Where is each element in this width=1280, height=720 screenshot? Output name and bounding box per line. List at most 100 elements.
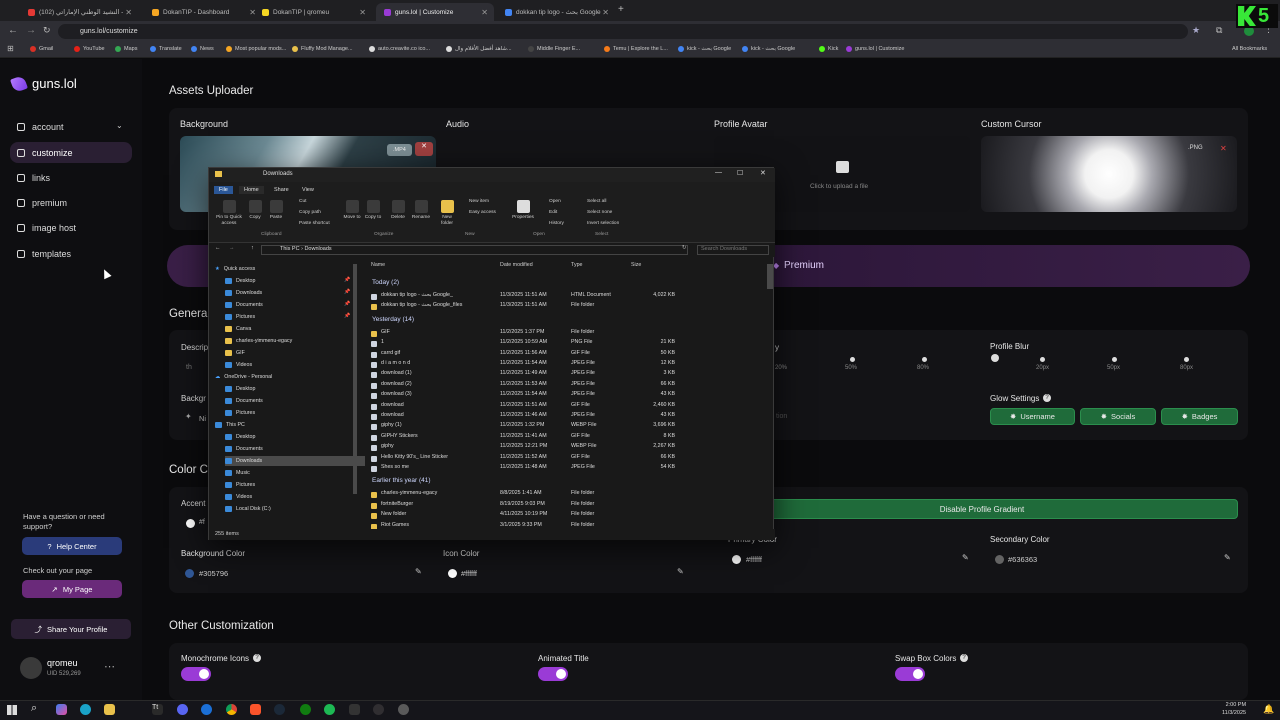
edge-icon[interactable] <box>80 704 91 715</box>
file-row[interactable]: giphy (1) 11/2/2025 1:32 PM WEBP File 3,696… <box>371 422 675 432</box>
pencil-icon[interactable]: ✎ <box>677 567 684 576</box>
ribbon-tab-home[interactable]: Home <box>239 186 264 194</box>
bookmark-item[interactable]: kick - بحث Google <box>742 46 795 52</box>
apps-grid-icon[interactable]: ⊞ <box>7 44 14 53</box>
swap-box-toggle[interactable] <box>895 667 925 681</box>
pencil-icon[interactable]: ✎ <box>1224 553 1231 562</box>
primary-color-value[interactable]: #ffffff <box>746 555 762 564</box>
nav-tree-item[interactable]: Documents <box>225 444 263 454</box>
nav-tree-item[interactable]: This PC <box>215 420 245 430</box>
easy-access-button[interactable]: Easy access <box>469 210 496 215</box>
file-row[interactable]: carrd gif 11/2/2025 11:56 AM GIF File 50 KB <box>371 350 675 360</box>
background-color-value[interactable]: #305796 <box>199 569 228 578</box>
glow-badges-button[interactable]: ✸ Badges <box>1161 408 1238 425</box>
nav-tree-item[interactable]: Pictures <box>225 312 255 322</box>
opacity-slider[interactable] <box>780 358 970 362</box>
file-group-header[interactable]: Yesterday (14) <box>372 316 414 323</box>
path-this-pc[interactable]: This PC <box>280 246 300 252</box>
reload-icon[interactable]: ↻ <box>43 25 51 36</box>
path-downloads[interactable]: Downloads <box>304 246 331 252</box>
file-row[interactable]: download 11/2/2025 11:46 AM JPEG File 43 KB <box>371 412 675 422</box>
tab-close-icon[interactable]: ✕ <box>359 8 366 17</box>
edge-beta-icon[interactable] <box>201 704 212 715</box>
file-row[interactable]: Hello Kitty 90's_ Line Sticker 11/2/2025 … <box>371 454 675 464</box>
copy-path-button[interactable]: Copy path <box>299 210 321 215</box>
sidebar-item-account[interactable]: account <box>10 116 132 137</box>
bookmark-item[interactable]: Fluffy Mod Manage... <box>292 46 353 52</box>
bookmark-item[interactable]: Middle Finger E... <box>528 46 580 52</box>
new-item-button[interactable]: New item <box>469 199 489 204</box>
nav-tree-item[interactable]: Pictures <box>225 480 255 490</box>
paste-button[interactable]: Paste <box>267 200 285 221</box>
file-row[interactable]: Shes so me 11/2/2025 11:48 AM JPEG File 54 … <box>371 464 675 474</box>
column-size[interactable]: Size <box>631 262 641 268</box>
notepad-icon[interactable]: Tt <box>152 704 163 715</box>
brand-logo[interactable]: guns.lol <box>10 74 77 93</box>
profile-blur-slider[interactable] <box>995 356 1190 364</box>
nav-tree-item[interactable]: GIF <box>225 348 245 358</box>
file-row[interactable]: download (1) 11/2/2025 11:49 AM JPEG File 3… <box>371 370 675 380</box>
copy-button[interactable]: Copy <box>247 200 263 221</box>
pencil-icon[interactable]: ✎ <box>962 553 969 562</box>
tree-scrollbar[interactable] <box>353 264 357 494</box>
bookmark-star-icon[interactable]: ★ <box>1192 25 1200 36</box>
select-none-button[interactable]: Select none <box>587 210 612 215</box>
remove-background-button[interactable]: ✕ <box>415 142 433 156</box>
glow-info-icon[interactable]: ? <box>1043 394 1051 402</box>
nav-tree-item[interactable]: Canva <box>225 324 251 334</box>
file-row[interactable]: 1 11/2/2025 10:59 AM PNG File 21 KB <box>371 339 675 349</box>
forward-icon[interactable]: → <box>26 25 36 36</box>
sidebar-item-templates[interactable]: templates <box>10 243 132 264</box>
file-row[interactable]: charles-yimmenu-egacy 8/8/2025 1:41 AM Fil… <box>371 490 671 500</box>
background-effects-value[interactable]: Ni <box>199 414 206 423</box>
nav-forward-icon[interactable]: → <box>229 245 235 251</box>
move-to-button[interactable]: Move to <box>343 200 361 221</box>
bookmark-item[interactable]: Most popular mods... <box>226 46 286 52</box>
bookmark-item[interactable]: kick - بحث Google <box>678 46 731 52</box>
cut-button[interactable]: Cut <box>299 199 306 204</box>
nav-tree-item[interactable]: Documents <box>225 396 263 406</box>
nav-tree-item[interactable]: Desktop <box>225 384 255 394</box>
select-all-button[interactable]: Select all <box>587 199 606 204</box>
browser-tab[interactable]: DokanTIP - Dashboard ✕ <box>144 3 262 21</box>
sidebar-item-image-host[interactable]: image host <box>10 217 132 238</box>
glow-username-button[interactable]: ✸ Username <box>990 408 1075 425</box>
delete-button[interactable]: Delete <box>387 200 409 221</box>
tab-close-icon[interactable]: ✕ <box>602 8 609 17</box>
windows-start-icon[interactable] <box>7 705 17 715</box>
browser-tab[interactable]: (102) النشيد الوطني الإماراتي - ✕ <box>20 3 138 21</box>
nav-tree-item[interactable]: Pictures <box>225 408 255 418</box>
file-explorer-taskbar-icon[interactable] <box>104 704 115 715</box>
nav-back-icon[interactable]: ← <box>215 245 221 251</box>
nav-tree-item[interactable]: Videos <box>225 492 252 502</box>
monochrome-toggle[interactable] <box>181 667 211 681</box>
discord-icon[interactable] <box>177 704 188 715</box>
nav-tree-item[interactable]: ☁ OneDrive - Personal <box>215 372 272 382</box>
remove-cursor-icon[interactable]: ✕ <box>1220 144 1227 153</box>
minimize-icon[interactable]: — <box>715 169 722 176</box>
column-type[interactable]: Type <box>571 262 582 268</box>
bookmark-item[interactable]: News <box>191 46 214 52</box>
xbox-icon[interactable] <box>300 704 311 715</box>
bookmark-item[interactable]: Kick <box>819 46 838 52</box>
description-input[interactable]: th <box>186 364 192 371</box>
secondary-color-swatch[interactable] <box>995 555 1004 564</box>
profile-blur-thumb[interactable] <box>991 354 999 362</box>
properties-button[interactable]: Properties <box>509 200 537 221</box>
paste-shortcut-button[interactable]: Paste shortcut <box>299 221 330 226</box>
edit-button[interactable]: Edit <box>549 210 557 215</box>
nav-tree-item[interactable]: Downloads <box>225 456 365 466</box>
obs-icon[interactable] <box>373 704 384 715</box>
nav-tree-item[interactable]: Desktop <box>225 432 255 442</box>
file-row[interactable]: GIF 11/2/2025 1:37 PM File folder <box>371 329 671 339</box>
rename-button[interactable]: Rename <box>409 200 433 221</box>
new-folder-button[interactable]: New folder <box>437 200 457 227</box>
new-tab-icon[interactable]: + <box>618 4 624 15</box>
column-name[interactable]: Name <box>371 262 385 268</box>
back-icon[interactable]: ← <box>8 25 18 36</box>
brave-icon[interactable] <box>250 704 261 715</box>
chevron-down-icon[interactable]: ⌄ <box>116 121 123 130</box>
copy-to-button[interactable]: Copy to <box>364 200 382 221</box>
sidebar-item-customize[interactable]: customize <box>10 142 132 163</box>
file-row[interactable]: dokkan tip logo - بحث Google_files 11/3/2… <box>371 302 671 312</box>
